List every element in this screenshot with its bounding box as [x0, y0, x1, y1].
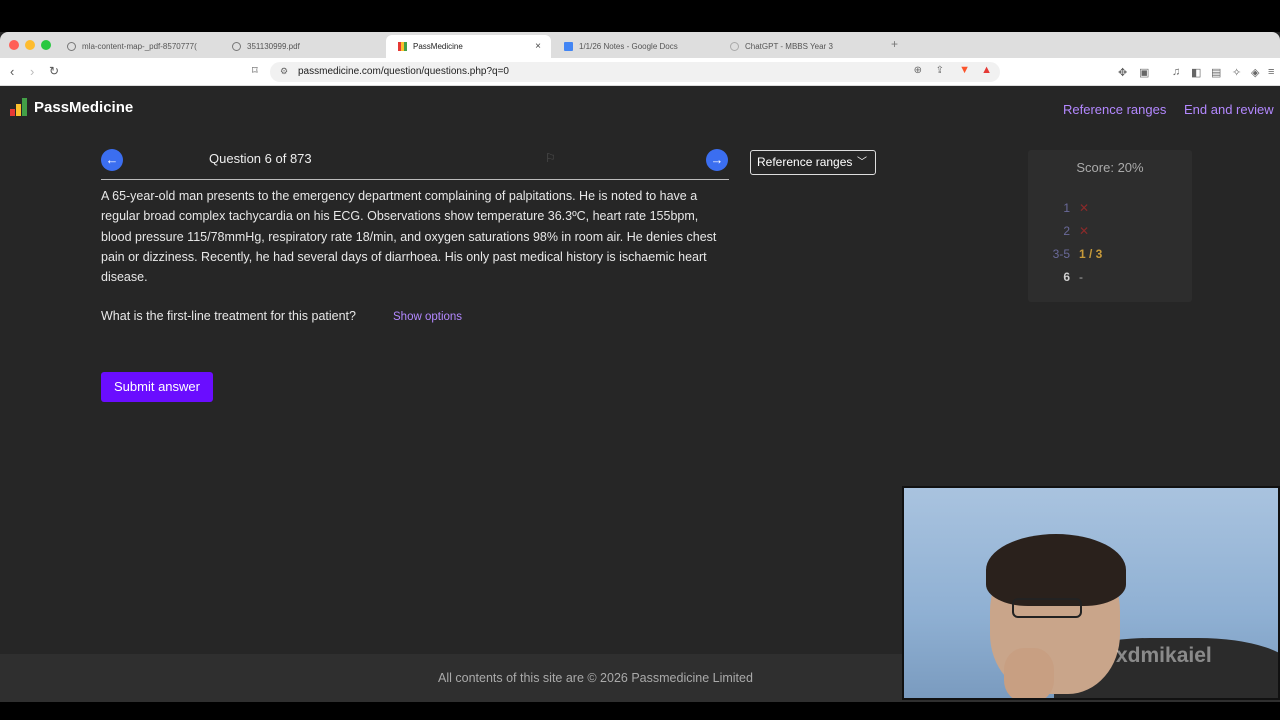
- bookmark-icon[interactable]: ⌑: [252, 64, 258, 77]
- globe-icon: [67, 42, 76, 51]
- brave-shield-icon[interactable]: ▼: [959, 64, 970, 76]
- tab-label: ChatGPT - MBBS Year 3: [745, 42, 833, 51]
- score-title: Score: 20%: [1076, 160, 1144, 175]
- reference-ranges-dropdown[interactable]: Reference ranges ﹀: [750, 150, 876, 175]
- question-number: 3-5: [1052, 247, 1070, 261]
- chevron-down-icon: ﹀: [857, 157, 867, 168]
- ai-icon[interactable]: ✧: [1232, 66, 1241, 79]
- passmedicine-logo[interactable]: PassMedicine: [10, 98, 133, 116]
- browser-window: mla-content-map-_pdf-8570777( 351130999.…: [0, 32, 1280, 702]
- zoom-icon[interactable]: ⊕: [914, 65, 922, 76]
- vpn-icon[interactable]: ◈: [1251, 66, 1259, 79]
- tab-label: 351130999.pdf: [247, 42, 300, 51]
- streamer-watermark: xdmikaiel: [1116, 644, 1212, 667]
- forward-icon[interactable]: ›: [30, 64, 34, 79]
- copyright-text: All contents of this site are © 2026 Pas…: [438, 671, 753, 685]
- person-hand: [1004, 648, 1054, 698]
- screenshot-icon[interactable]: ▣: [1139, 66, 1149, 79]
- tab-google-docs[interactable]: 1/1/26 Notes - Google Docs: [552, 35, 717, 58]
- brave-rewards-icon[interactable]: ▲: [981, 64, 992, 76]
- result-text: 1 / 3: [1079, 247, 1103, 261]
- google-docs-icon: [564, 42, 573, 51]
- logo-bar-red: [10, 109, 15, 116]
- result-text: -: [1079, 270, 1083, 284]
- reload-icon[interactable]: ↻: [49, 64, 59, 78]
- glasses: [1012, 598, 1082, 618]
- dropdown-label: Reference ranges: [757, 155, 853, 169]
- score-panel: Score: 20% 1 ✕ 2 ✕ 3-5 1 / 3 6 -: [1028, 150, 1192, 302]
- url-field[interactable]: ⚙ passmedicine.com/question/questions.ph…: [270, 62, 1000, 82]
- logo-bar-green: [22, 98, 27, 116]
- menu-icon[interactable]: ≡: [1268, 66, 1274, 78]
- close-tab-icon[interactable]: ×: [535, 41, 541, 52]
- question-number: 1: [1063, 201, 1070, 215]
- extensions-icon[interactable]: ✥: [1118, 66, 1127, 79]
- logo-bar-yellow: [16, 104, 21, 116]
- url-text: passmedicine.com/question/questions.php?…: [298, 66, 509, 77]
- question-number: 6: [1063, 270, 1070, 284]
- result-icon: ✕: [1079, 224, 1090, 238]
- tab-label: 1/1/26 Notes - Google Docs: [579, 42, 678, 51]
- score-row[interactable]: 2 ✕: [1028, 224, 1192, 242]
- minimize-window-button[interactable]: [25, 40, 35, 50]
- site-header: PassMedicine Reference ranges End and re…: [0, 86, 1280, 132]
- webcam-overlay: [902, 486, 1280, 700]
- score-row[interactable]: 1 ✕: [1028, 201, 1192, 219]
- wallet-icon[interactable]: ▤: [1211, 66, 1221, 79]
- submit-answer-button[interactable]: Submit answer: [101, 372, 213, 402]
- score-row[interactable]: 6 -: [1028, 270, 1192, 288]
- close-window-button[interactable]: [9, 40, 19, 50]
- question-navigation: ← Question 6 of 873 ⚐ →: [101, 146, 729, 180]
- globe-icon: [232, 42, 241, 51]
- tab-label: mla-content-map-_pdf-8570777(: [82, 42, 197, 51]
- tab-bar: mla-content-map-_pdf-8570777( 351130999.…: [0, 32, 1280, 58]
- score-row[interactable]: 3-5 1 / 3: [1028, 247, 1192, 265]
- sidebar-icon[interactable]: ◧: [1191, 66, 1201, 79]
- maximize-window-button[interactable]: [41, 40, 51, 50]
- logo-text: PassMedicine: [34, 99, 134, 116]
- address-bar: ‹ › ↻ ⌑ ⚙ passmedicine.com/question/ques…: [0, 58, 1280, 86]
- music-icon[interactable]: ♫: [1172, 66, 1180, 78]
- question-title: Question 6 of 873: [209, 151, 312, 166]
- previous-question-button[interactable]: ←: [101, 149, 123, 171]
- next-question-button[interactable]: →: [706, 149, 728, 171]
- share-icon[interactable]: ⇪: [936, 65, 944, 76]
- question-number: 2: [1063, 224, 1070, 238]
- question-prompt: What is the first-line treatment for thi…: [101, 309, 356, 323]
- flag-icon[interactable]: ⚐: [545, 151, 556, 165]
- tab-passmedicine[interactable]: PassMedicine ×: [386, 35, 551, 58]
- reference-ranges-link[interactable]: Reference ranges: [1063, 102, 1166, 117]
- result-icon: ✕: [1079, 201, 1090, 215]
- person-hair: [986, 534, 1126, 606]
- site-info-icon[interactable]: ⚙: [280, 66, 288, 77]
- tab-pdf[interactable]: 351130999.pdf: [220, 35, 380, 58]
- tab-label: PassMedicine: [413, 42, 463, 51]
- chatgpt-icon: [730, 42, 739, 51]
- passmedicine-favicon-icon: [398, 42, 407, 51]
- tab-chatgpt[interactable]: ChatGPT - MBBS Year 3: [718, 35, 883, 58]
- tab-mla-content-map[interactable]: mla-content-map-_pdf-8570777(: [55, 35, 215, 58]
- new-tab-icon[interactable]: +: [891, 37, 898, 51]
- back-icon[interactable]: ‹: [10, 64, 14, 79]
- question-stem: A 65-year-old man presents to the emerge…: [101, 189, 717, 285]
- end-and-review-link[interactable]: End and review: [1184, 102, 1274, 117]
- show-options-link[interactable]: Show options: [393, 311, 462, 323]
